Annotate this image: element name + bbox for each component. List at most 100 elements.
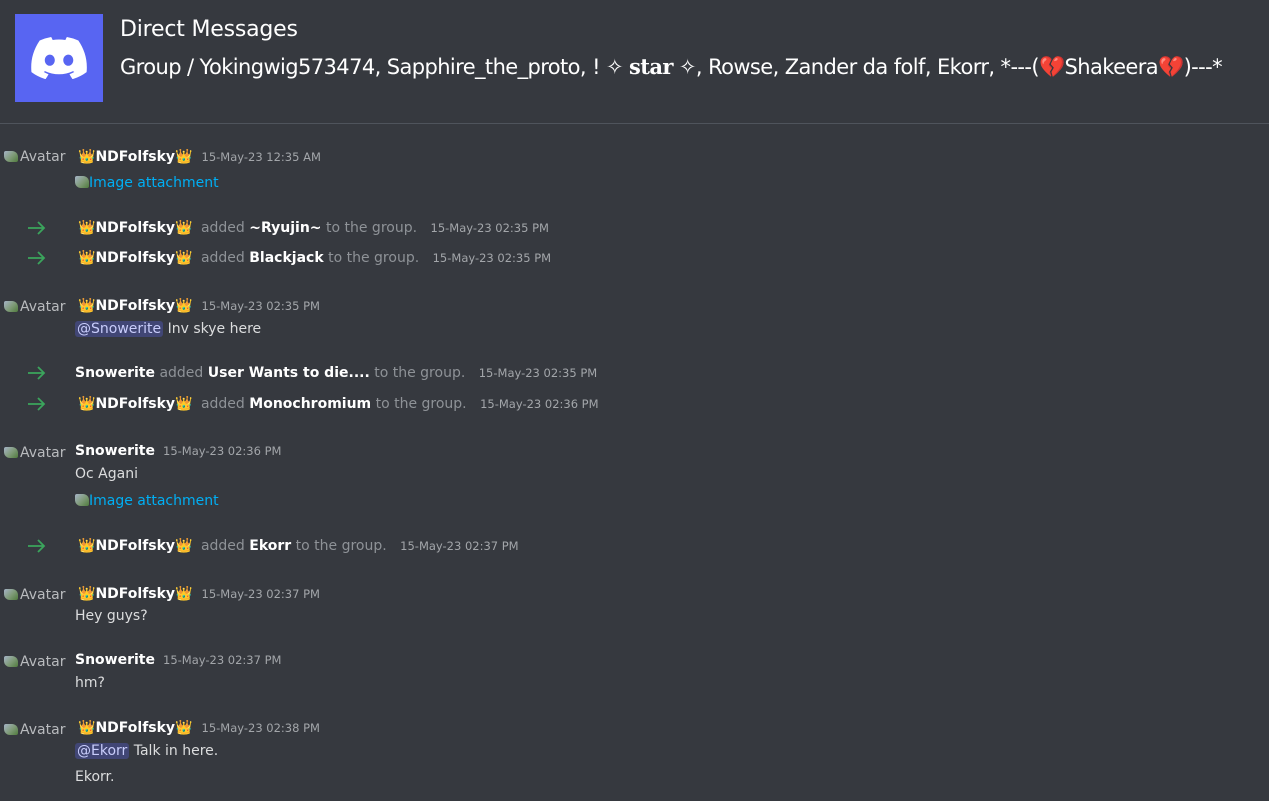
avatar[interactable]: Avatar <box>4 149 65 165</box>
timestamp: 15-May-23 02:36 PM <box>480 397 599 411</box>
arrow-right-icon <box>28 539 46 553</box>
system-message: 👑NDFolfsky👑 added Blackjack to the group… <box>78 250 551 266</box>
broken-heart-icon: 💔 <box>1038 55 1065 79</box>
verb: added <box>159 365 204 381</box>
timestamp: 15-May-23 02:37 PM <box>163 653 282 667</box>
crown-icon: 👑 <box>175 396 193 412</box>
subtitle-star: star <box>629 54 673 79</box>
arrow-right-icon <box>28 366 46 380</box>
crown-icon: 👑 <box>175 538 193 554</box>
author-name[interactable]: NDFolfsky <box>95 298 175 314</box>
broken-image-icon <box>4 151 18 162</box>
verb: added <box>200 396 245 412</box>
subtitle-prefix: Group / Yokingwig573474, Sapphire_the_pr… <box>120 55 630 79</box>
suffix: to the group. <box>295 538 387 554</box>
channel-header: Direct Messages Group / Yokingwig573474,… <box>0 0 1269 124</box>
author-name[interactable]: Snowerite <box>75 652 155 668</box>
broken-image-icon <box>4 656 18 667</box>
arrow-right-icon <box>28 397 46 411</box>
verb: added <box>200 250 245 266</box>
broken-image-icon <box>75 176 89 188</box>
target-name[interactable]: Ekorr <box>249 538 291 554</box>
system-message: 👑NDFolfsky👑 added Ekorr to the group. 15… <box>78 538 519 554</box>
avatar[interactable]: Avatar <box>4 587 65 603</box>
actor-name[interactable]: NDFolfsky <box>95 220 175 236</box>
subtitle-name: Shakeera <box>1064 55 1159 79</box>
suffix: to the group. <box>375 396 467 412</box>
crown-icon: 👑 <box>78 250 96 266</box>
arrow-right-icon <box>28 221 46 235</box>
message-header: 👑NDFolfsky👑 15-May-23 12:35 AM <box>78 149 321 165</box>
message-content: @Ekorr Talk in here. <box>75 743 218 759</box>
broken-image-icon <box>4 724 18 735</box>
verb: added <box>200 538 245 554</box>
crown-icon: 👑 <box>78 538 96 554</box>
user-mention[interactable]: @Snowerite <box>75 321 164 337</box>
timestamp: 15-May-23 02:38 PM <box>201 721 320 735</box>
crown-icon: 👑 <box>175 250 193 266</box>
crown-icon: 👑 <box>78 149 96 165</box>
target-name[interactable]: ~Ryujin~ <box>249 220 321 236</box>
crown-icon: 👑 <box>175 220 193 236</box>
author-name[interactable]: NDFolfsky <box>95 586 175 602</box>
verb: added <box>200 220 245 236</box>
actor-name[interactable]: Snowerite <box>75 365 155 381</box>
timestamp: 15-May-23 02:35 PM <box>430 221 549 235</box>
target-name[interactable]: User Wants to die.... <box>208 365 370 381</box>
system-message: 👑NDFolfsky👑 added Monochromium to the gr… <box>78 396 599 412</box>
system-message: Snowerite added User Wants to die.... to… <box>75 365 597 381</box>
message-text: hm? <box>75 675 105 691</box>
subtitle-mid: ✧, Rowse, Zander da folf, Ekorr, *---( <box>672 55 1040 79</box>
crown-icon: 👑 <box>175 720 193 736</box>
target-name[interactable]: Blackjack <box>249 250 323 266</box>
crown-icon: 👑 <box>78 298 96 314</box>
actor-name[interactable]: NDFolfsky <box>95 396 175 412</box>
target-name[interactable]: Monochromium <box>249 396 371 412</box>
message-text: Talk in here. <box>129 743 219 759</box>
author-name[interactable]: Snowerite <box>75 443 155 459</box>
avatar[interactable]: Avatar <box>4 654 65 670</box>
timestamp: 15-May-23 02:35 PM <box>201 299 320 313</box>
discord-logo-icon <box>15 14 103 102</box>
message-text: Oc Agani <box>75 466 138 482</box>
message-content: @Snowerite Inv skye here <box>75 321 261 337</box>
message-text: Ekorr. <box>75 769 115 785</box>
message-header: 👑NDFolfsky👑 15-May-23 02:37 PM <box>78 586 320 602</box>
message-header: Snowerite 15-May-23 02:37 PM <box>75 652 281 668</box>
author-name[interactable]: NDFolfsky <box>95 720 175 736</box>
timestamp: 15-May-23 02:37 PM <box>400 539 519 553</box>
message-header: 👑NDFolfsky👑 15-May-23 02:38 PM <box>78 720 320 736</box>
broken-image-icon <box>4 301 18 312</box>
system-message: 👑NDFolfsky👑 added ~Ryujin~ to the group.… <box>78 220 549 236</box>
crown-icon: 👑 <box>78 396 96 412</box>
actor-name[interactable]: NDFolfsky <box>95 250 175 266</box>
arrow-right-icon <box>28 251 46 265</box>
author-name[interactable]: NDFolfsky <box>95 149 175 165</box>
message-header: Snowerite 15-May-23 02:36 PM <box>75 443 281 459</box>
user-mention[interactable]: @Ekorr <box>75 743 130 759</box>
actor-name[interactable]: NDFolfsky <box>95 538 175 554</box>
avatar[interactable]: Avatar <box>4 299 65 315</box>
timestamp: 15-May-23 02:37 PM <box>201 587 320 601</box>
suffix: to the group. <box>328 250 420 266</box>
timestamp: 15-May-23 02:36 PM <box>163 444 282 458</box>
broken-image-icon <box>4 447 18 458</box>
crown-icon: 👑 <box>78 720 96 736</box>
page-title: Direct Messages <box>120 17 298 42</box>
message-text: Inv skye here <box>163 321 262 337</box>
message-header: 👑NDFolfsky👑 15-May-23 02:35 PM <box>78 298 320 314</box>
image-attachment[interactable]: Image attachment <box>75 175 219 191</box>
group-members: Group / Yokingwig573474, Sapphire_the_pr… <box>120 54 1223 80</box>
broken-image-icon <box>4 589 18 600</box>
avatar[interactable]: Avatar <box>4 445 65 461</box>
crown-icon: 👑 <box>175 298 193 314</box>
timestamp: 15-May-23 12:35 AM <box>201 150 321 164</box>
avatar[interactable]: Avatar <box>4 722 65 738</box>
subtitle-end: )---* <box>1183 55 1223 79</box>
broken-image-icon <box>75 494 89 506</box>
timestamp: 15-May-23 02:35 PM <box>478 366 598 380</box>
image-attachment[interactable]: Image attachment <box>75 493 219 509</box>
crown-icon: 👑 <box>175 586 193 602</box>
broken-heart-icon: 💔 <box>1158 55 1184 79</box>
crown-icon: 👑 <box>175 149 193 165</box>
